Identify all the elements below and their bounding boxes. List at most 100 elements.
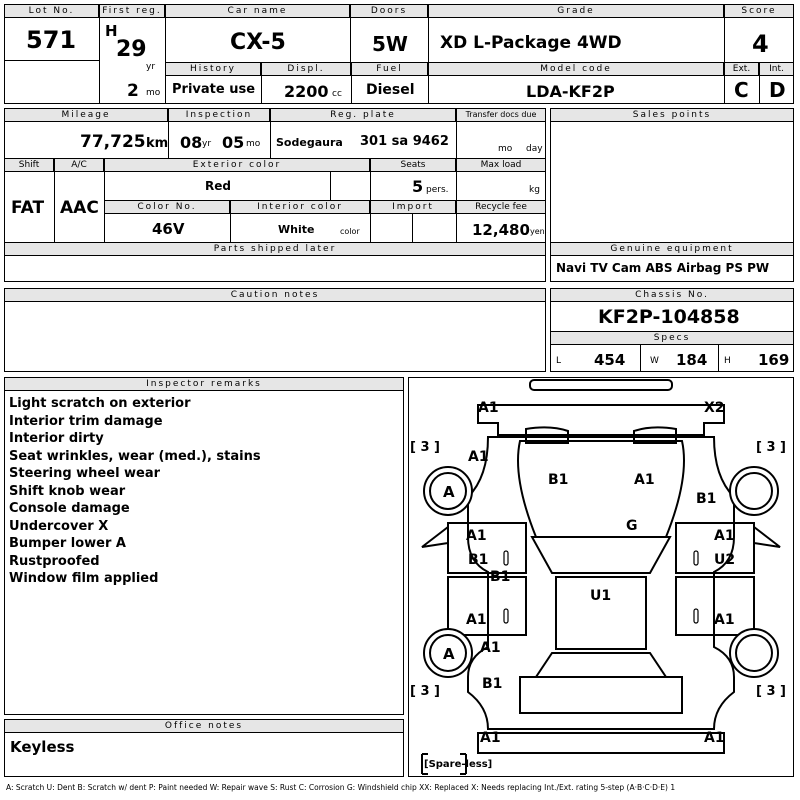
genuine-header: Genuine equipment (550, 242, 794, 256)
tire-bl: [ 3 ] (410, 684, 440, 699)
mark-front-left: A1 (478, 400, 499, 416)
mileage: 77,725 (80, 132, 146, 152)
wheel-rear-right-inner (735, 634, 773, 672)
inspector-header: Inspector remarks (4, 377, 404, 391)
doors-header: Doors (350, 4, 428, 18)
wheel-front-right-inner (735, 472, 773, 510)
mark-door-rl: A1 (466, 612, 487, 628)
exterior-grade: C (734, 78, 749, 102)
score-header: Score (724, 4, 794, 18)
front-bumper-strip (529, 379, 673, 391)
displacement-header: Displ. (261, 62, 351, 76)
import-header: Import (370, 200, 456, 214)
remark-line: Window film applied (9, 571, 159, 586)
tire-tr: [ 3 ] (756, 440, 786, 455)
shift-header: Shift (4, 158, 54, 172)
history-header: History (165, 62, 261, 76)
capacity: 5 (412, 177, 424, 196)
tire-tl: [ 3 ] (410, 440, 440, 455)
mark-wheel-rl: A (443, 645, 455, 663)
int-grade-header: Int. (759, 62, 794, 76)
mark-fender-rl2: B1 (482, 676, 503, 692)
reg-month: 2 (127, 81, 139, 101)
lot-no-header: Lot No. (4, 4, 99, 18)
capacity-header: Seats (370, 158, 456, 172)
later-parts-header: Parts shipped later (4, 242, 546, 256)
plate-header: Reg. plate (270, 108, 456, 122)
mark-pillar-r: U2 (714, 552, 736, 568)
mark-rear-right: A1 (704, 730, 725, 746)
height: 169 (758, 351, 790, 369)
model-code-header: Model code (428, 62, 724, 76)
score: 4 (752, 30, 769, 58)
doors: 5W (372, 32, 408, 56)
mark-wheel-fl: A (443, 483, 455, 501)
spare-label: [Spare-less] (424, 759, 493, 770)
car-name: CX-5 (230, 30, 286, 55)
car-diagram (421, 379, 781, 775)
insp-year-unit: yr (202, 139, 212, 149)
remark-line: Undercover X (9, 518, 109, 534)
height-label: H (724, 356, 731, 366)
sales-points-header: Sales points (550, 108, 794, 122)
length-label: L (556, 356, 562, 366)
mark-rear-left: A1 (480, 730, 501, 746)
model-code: LDA-KF2P (526, 82, 615, 101)
recycle-unit: yen (530, 227, 545, 236)
hood (517, 440, 685, 538)
insp-month: 05 (222, 133, 245, 152)
remark-line: Shift knob wear (9, 483, 126, 499)
door-handle-rr (693, 608, 699, 624)
chassis-header: Chassis No. (550, 288, 794, 302)
grade: XD L-Package 4WD (440, 33, 622, 53)
mileage-header: Mileage (4, 108, 168, 122)
shift: FAT (11, 198, 45, 218)
interior-grade: D (769, 78, 786, 102)
mileage-unit: km (146, 136, 169, 151)
remark-line: Rustproofed (9, 553, 100, 569)
transfer-day-unit: day (526, 144, 543, 154)
color-no: 46V (152, 220, 185, 238)
remark-line: Light scratch on exterior (9, 396, 191, 411)
office-header: Office notes (4, 719, 404, 733)
mark-door-fr: A1 (714, 528, 735, 544)
lot-no: 571 (26, 26, 77, 54)
rear-bumper (477, 732, 725, 754)
width-label: W (650, 356, 659, 366)
length: 454 (594, 351, 626, 369)
mark-hood-right: A1 (634, 472, 655, 488)
history: Private use (172, 82, 256, 97)
tailgate (519, 676, 683, 714)
capacity-unit: pers. (426, 185, 449, 195)
specs-header: Specs (550, 331, 794, 345)
mark-hood-left: B1 (548, 472, 569, 488)
int-color: White (278, 223, 315, 236)
remark-line: Interior trim damage (9, 413, 163, 429)
windshield (530, 536, 672, 574)
fuel-header: Fuel (351, 62, 428, 76)
chassis-no: KF2P-104858 (598, 306, 740, 328)
mark-fender-fr: B1 (696, 491, 717, 507)
mark-pillar-l: B1 (468, 552, 489, 568)
mark-sill-l: B1 (490, 569, 511, 585)
mark-fender-rl: A1 (480, 640, 501, 656)
int-color-suffix: color (340, 227, 360, 236)
ext-color-header: Exterior color (104, 158, 370, 172)
rear-window (534, 652, 668, 678)
ext-grade-header: Ext. (724, 62, 759, 76)
recycle-fee: 12,480 (472, 221, 530, 239)
door-handle-fr (693, 550, 699, 566)
color-no-header: Color No. (104, 200, 230, 214)
ac-header: A/C (54, 158, 104, 172)
mark-fender-fl: A1 (468, 449, 489, 465)
mirror-left (421, 524, 449, 548)
max-load-unit: kg (529, 185, 540, 195)
mirror-right (753, 524, 781, 548)
mark-roof: U1 (590, 588, 612, 604)
tire-br: [ 3 ] (756, 684, 786, 699)
door-handle-rl (503, 608, 509, 624)
insp-month-unit: mo (246, 139, 261, 149)
displacement: 2200 (284, 82, 329, 101)
grade-header: Grade (428, 4, 724, 18)
office-text: Keyless (10, 738, 75, 756)
